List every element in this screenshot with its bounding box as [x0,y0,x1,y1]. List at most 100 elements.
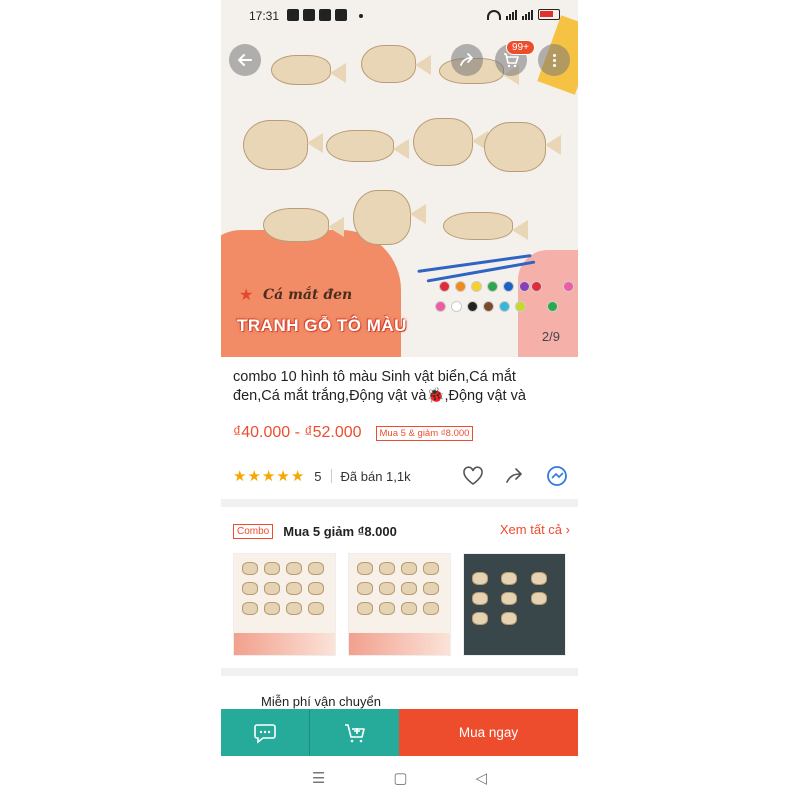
star-icon: ★ [261,468,276,485]
wooden-shape [286,562,302,575]
see-all-link[interactable]: Xem tất cả › [500,522,570,537]
buy-now-button[interactable]: Mua ngay [399,709,578,756]
messenger-icon[interactable] [546,465,568,487]
wooden-shape [501,592,518,605]
chat-button[interactable] [221,709,310,756]
paint-pot [487,281,498,292]
wooden-shape [308,562,324,575]
wooden-shape [501,572,518,585]
wooden-shape [379,582,395,595]
wooden-shape [242,602,258,615]
combo-badge: Combo [233,523,274,539]
wifi-icon [487,9,501,20]
brand-logo: TRANH GỖ TÔ MÀU [237,316,407,335]
wooden-fish-8 [263,208,344,242]
add-to-cart-icon [344,723,365,742]
star-icon: ★ [290,468,305,485]
wooden-shape [286,582,302,595]
star-icon: ★ [239,287,254,304]
image-caption: Cá mắt đen [263,287,353,303]
combo-item-vehicles[interactable] [348,553,451,656]
price-row: ₫40.000 - ₫52.000 Mua 5 & giảm ₫8.000 [233,424,474,442]
wooden-shape [530,572,547,585]
wooden-shape [357,562,373,575]
phone-screen: ★ Cá mắt đen TRANH GỖ TÔ MÀU 2/9 17:31 9… [221,0,578,800]
wooden-shape [264,562,280,575]
wooden-fish-1 [271,55,346,85]
add-to-cart-button[interactable] [310,709,399,756]
wooden-fish-2 [361,45,431,83]
thumb-banner [234,633,335,655]
thumb-banner [349,633,450,655]
cart-count-badge: 99+ [506,40,535,55]
status-dot [359,14,363,18]
wooden-fish-6 [413,118,488,166]
wooden-shape [501,612,518,625]
facebook-icon [319,9,331,21]
paint-pot [519,281,530,292]
combo-item-sea-animals[interactable] [233,553,336,656]
promo-tag[interactable]: Mua 5 & giảm ₫8.000 [375,425,474,441]
system-icons [487,9,560,20]
wooden-shape [357,602,373,615]
paint-pot [515,301,526,312]
wooden-fish-9 [353,190,426,245]
see-all-label: Xem tất cả [499,522,563,537]
paint-pot [439,281,450,292]
paint-pot [531,281,542,292]
paint-pot [471,281,482,292]
sold-count: Đã bán 1,1k [340,468,411,484]
wooden-shape [242,562,258,575]
signal-icon [506,9,517,20]
home-icon[interactable]: ▢ [393,769,407,787]
wooden-shape [401,602,417,615]
share-button[interactable] [451,44,483,76]
back-button[interactable] [229,44,261,76]
back-icon[interactable]: ◁ [476,769,488,787]
wooden-shape [357,582,373,595]
star-icon: ★ [233,468,247,485]
wooden-fish-4 [243,120,323,170]
status-time: 17:31 [249,9,280,23]
star-icon: ★ [247,468,261,485]
notification-icon [335,9,347,21]
more-button[interactable] [538,44,570,76]
paint-pot [455,281,466,292]
combo-item-space[interactable] [463,553,566,656]
bottom-action-bar: Mua ngay [221,709,578,756]
paint-pot [467,301,478,312]
wooden-shape [401,562,417,575]
wooden-fish-7 [484,122,561,172]
notification-icon [303,9,315,21]
section-divider [221,668,578,676]
image-counter: 2/9 [541,329,560,344]
heart-icon[interactable] [462,466,484,486]
share-icon[interactable] [504,466,526,486]
wooden-shape [379,602,395,615]
rating-row: ★ ★ ★ ★ ★ 5 Đã bán 1,1k [233,465,568,487]
menu-icon[interactable]: ☰ [312,769,325,787]
wooden-shape [308,602,324,615]
wooden-fish-5 [326,130,409,162]
product-actions [462,465,568,487]
share-icon [460,53,473,66]
wooden-shape [530,592,547,605]
notification-icon [287,9,299,21]
wooden-shape [423,562,439,575]
wooden-shape [472,572,488,585]
wooden-shape [472,592,488,605]
combo-title: Mua 5 giảm ₫8.000 [283,523,397,539]
combo-header: Combo Mua 5 giảm ₫8.000 Xem tất cả › [233,520,570,542]
divider [330,469,332,483]
paint-pot [499,301,510,312]
status-bar: 17:31 [221,0,578,32]
product-title: combo 10 hình tô màu Sinh vật biển,Cá mắ… [233,369,526,404]
back-arrow-icon [238,54,252,66]
wooden-shape [242,582,258,595]
wooden-shape [264,582,280,595]
wooden-shape [401,582,417,595]
rating-stars: ★ ★ ★ ★ ★ [233,467,304,485]
signal-icon [522,9,533,20]
wooden-shape [308,582,324,595]
wooden-fish-10 [443,212,528,240]
